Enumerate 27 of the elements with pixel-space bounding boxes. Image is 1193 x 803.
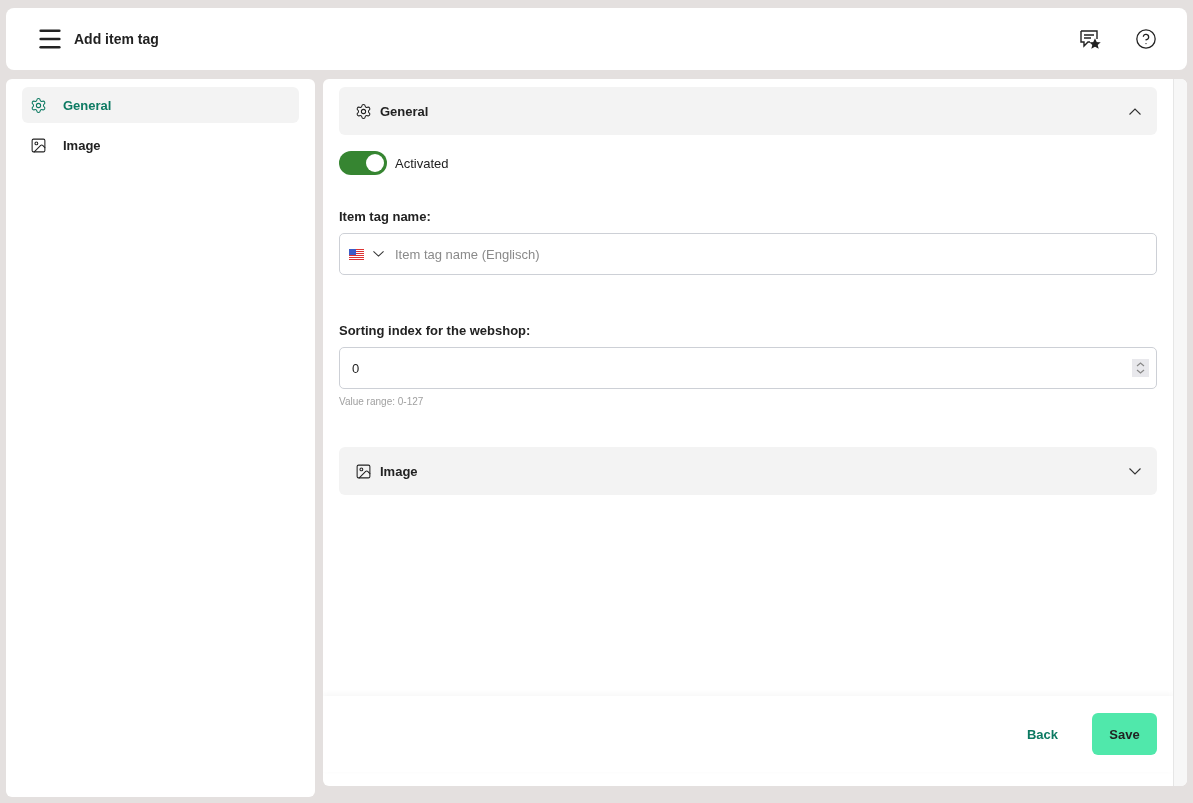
help-icon[interactable] bbox=[1135, 28, 1157, 50]
gear-icon bbox=[30, 96, 47, 114]
chevron-down-icon bbox=[373, 251, 384, 257]
gear-icon bbox=[355, 102, 372, 120]
toggle-label: Activated bbox=[395, 155, 449, 171]
sidebar-item[interactable]: Image bbox=[22, 127, 299, 163]
hint-text: Value range: 0-127 bbox=[339, 396, 425, 407]
feedback-icon[interactable] bbox=[1079, 29, 1101, 49]
section-header[interactable]: General bbox=[339, 87, 1157, 135]
section-header[interactable]: Image bbox=[339, 447, 1157, 495]
back-button[interactable]: Back bbox=[1014, 716, 1070, 752]
field-label: Item tag name: bbox=[339, 209, 432, 224]
image-icon bbox=[355, 462, 372, 480]
activated-toggle[interactable] bbox=[339, 151, 387, 175]
chevron-up-icon bbox=[1129, 107, 1141, 115]
field-label: Sorting index for the webshop: bbox=[339, 323, 532, 338]
flag-icon bbox=[349, 248, 364, 260]
image-icon bbox=[30, 136, 47, 154]
section-title: General bbox=[380, 103, 430, 119]
chevron-down-icon bbox=[1129, 467, 1141, 475]
name-input-field[interactable]: Item tag name (Englisch) bbox=[339, 233, 1157, 275]
section-title: Image bbox=[380, 463, 419, 479]
sidebar-item[interactable]: General bbox=[22, 87, 299, 123]
save-button[interactable]: Save bbox=[1092, 713, 1157, 755]
sort-index-field[interactable]: 0 bbox=[339, 347, 1157, 389]
stepper-icon[interactable] bbox=[1132, 359, 1149, 377]
page-title: Add item tag bbox=[74, 31, 160, 47]
